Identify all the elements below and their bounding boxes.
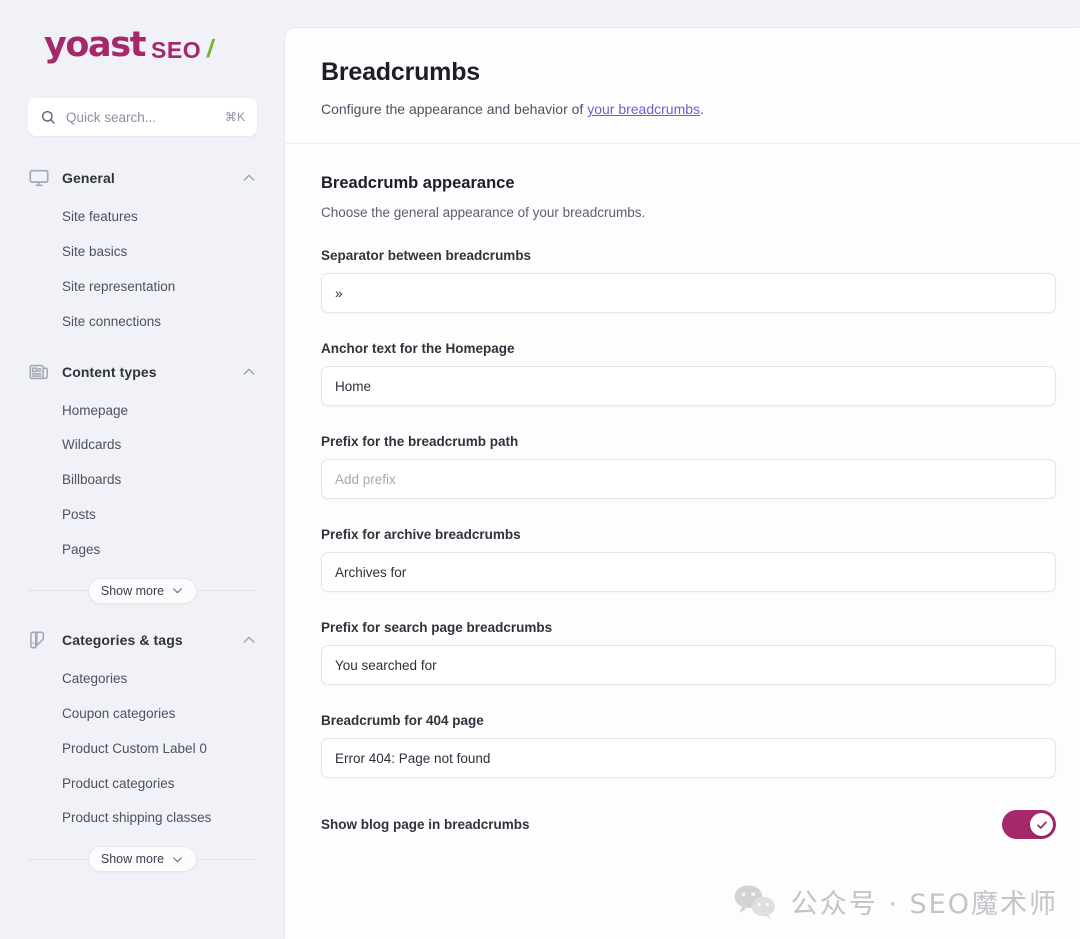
monitor-icon — [28, 167, 50, 189]
divider — [197, 590, 258, 592]
sidebar-nav: General Site features Site basics Site r… — [16, 160, 269, 878]
divider — [28, 858, 88, 860]
sidebar-group-header-categories-tags[interactable]: Categories & tags — [16, 622, 269, 658]
sidebar-sublist-general: Site features Site basics Site represent… — [16, 196, 269, 340]
sidebar-item-product-categories[interactable]: Product categories — [16, 767, 269, 802]
section-title: Breadcrumb appearance — [321, 174, 515, 192]
show-more-label: Show more — [100, 583, 165, 598]
field-label-search-prefix: Prefix for search page breadcrumbs — [321, 620, 553, 635]
sidebar-item-site-connections[interactable]: Site connections — [16, 305, 269, 340]
archive-prefix-input[interactable] — [321, 552, 1056, 592]
sidebar-item-pages[interactable]: Pages — [16, 533, 269, 568]
sidebar-group-label: Categories & tags — [62, 631, 183, 648]
field-breadcrumb-prefix: Prefix for the breadcrumb path — [321, 434, 1056, 499]
search-prefix-input[interactable] — [321, 645, 1056, 685]
logo-yoast-text: yoast — [44, 25, 146, 65]
page-description: Configure the appearance and behavior of… — [321, 101, 1044, 117]
yoast-logo[interactable]: yoast SEO / — [44, 25, 241, 65]
field-search-prefix: Prefix for search page breadcrumbs — [321, 620, 1056, 685]
field-archive-prefix: Prefix for archive breadcrumbs — [321, 527, 1056, 592]
show-more-button[interactable]: Show more — [87, 846, 198, 873]
search-icon — [40, 109, 56, 125]
field-label-breadcrumb-prefix: Prefix for the breadcrumb path — [321, 434, 519, 449]
sidebar-item-site-basics[interactable]: Site basics — [16, 235, 269, 270]
page-header: Breadcrumbs Configure the appearance and… — [285, 28, 1080, 144]
section-description: Choose the general appearance of your br… — [321, 205, 646, 220]
show-more-label: Show more — [100, 852, 165, 867]
tag-icon — [28, 629, 50, 651]
divider — [197, 858, 258, 860]
chevron-up-icon[interactable] — [241, 632, 257, 648]
sidebar-sublist-categories-tags: Categories Coupon categories Product Cus… — [16, 658, 269, 878]
breadcrumb-404-input[interactable] — [321, 738, 1056, 778]
main-content: Breadcrumbs Configure the appearance and… — [285, 28, 1080, 939]
toggle-label-show-blog-page: Show blog page in breadcrumbs — [321, 817, 530, 832]
divider — [28, 590, 88, 592]
logo-slash: / — [205, 35, 217, 63]
show-more-row-categories-tags: Show more — [16, 836, 269, 878]
show-more-row-content-types: Show more — [16, 568, 269, 610]
sidebar-item-billboards[interactable]: Billboards — [16, 463, 269, 498]
sidebar-group-categories-tags: Categories & tags Categories Coupon cate… — [16, 622, 269, 878]
field-label-404-breadcrumb: Breadcrumb for 404 page — [321, 713, 484, 728]
sidebar-group-header-content-types[interactable]: Content types — [16, 354, 269, 390]
your-breadcrumbs-link[interactable]: your breadcrumbs — [587, 101, 700, 117]
chevron-up-icon[interactable] — [241, 364, 257, 380]
field-label-homepage-anchor: Anchor text for the Homepage — [321, 341, 515, 356]
show-blog-page-toggle[interactable] — [1002, 810, 1056, 839]
article-icon — [28, 361, 50, 383]
app-root: yoast SEO / Quick search... ⌘K General S… — [0, 0, 1080, 939]
search-shortcut-hint: ⌘K — [224, 110, 245, 124]
homepage-anchor-input[interactable] — [321, 366, 1056, 406]
sidebar-item-wildcards[interactable]: Wildcards — [16, 428, 269, 463]
chevron-up-icon[interactable] — [241, 170, 257, 186]
sidebar-item-site-features[interactable]: Site features — [16, 200, 269, 235]
sidebar-item-site-representation[interactable]: Site representation — [16, 270, 269, 305]
sidebar-item-categories[interactable]: Categories — [16, 662, 269, 697]
field-show-blog-page: Show blog page in breadcrumbs — [321, 810, 1056, 839]
sidebar-item-homepage[interactable]: Homepage — [16, 394, 269, 429]
breadcrumb-prefix-input[interactable] — [321, 459, 1056, 499]
separator-input[interactable] — [321, 273, 1056, 313]
quick-search[interactable]: Quick search... ⌘K — [28, 98, 257, 136]
logo-seo-text: SEO — [151, 37, 202, 63]
field-label-archive-prefix: Prefix for archive breadcrumbs — [321, 527, 521, 542]
chevron-down-icon — [171, 584, 184, 597]
sidebar-group-label: General — [62, 170, 115, 186]
show-more-button[interactable]: Show more — [87, 577, 198, 604]
sidebar: yoast SEO / Quick search... ⌘K General S… — [0, 0, 285, 939]
sidebar-item-product-custom-label-0[interactable]: Product Custom Label 0 — [16, 732, 269, 767]
logo-wrap: yoast SEO / — [16, 0, 269, 78]
sidebar-group-content-types: Content types Homepage Wildcards Billboa… — [16, 354, 269, 610]
page-title: Breadcrumbs — [321, 58, 480, 86]
sidebar-item-posts[interactable]: Posts — [16, 498, 269, 533]
search-input-placeholder[interactable]: Quick search... — [66, 110, 215, 125]
sidebar-group-general: General Site features Site basics Site r… — [16, 160, 269, 340]
field-homepage-anchor: Anchor text for the Homepage — [321, 341, 1056, 406]
sidebar-group-label: Content types — [62, 363, 157, 380]
page-description-before: Configure the appearance and behavior of — [321, 101, 588, 117]
page-description-after: . — [700, 101, 704, 117]
field-404-breadcrumb: Breadcrumb for 404 page — [321, 713, 1056, 778]
sidebar-item-product-shipping-classes[interactable]: Product shipping classes — [16, 801, 269, 836]
sidebar-sublist-content-types: Homepage Wildcards Billboards Posts Page… — [16, 390, 269, 610]
sidebar-item-coupon-categories[interactable]: Coupon categories — [16, 697, 269, 732]
toggle-knob — [1030, 813, 1053, 836]
field-label-separator: Separator between breadcrumbs — [321, 248, 532, 263]
field-separator: Separator between breadcrumbs — [321, 248, 1056, 313]
sidebar-group-header-general[interactable]: General — [16, 160, 269, 196]
chevron-down-icon — [171, 853, 184, 866]
breadcrumb-appearance-section: Breadcrumb appearance Choose the general… — [285, 144, 1080, 839]
